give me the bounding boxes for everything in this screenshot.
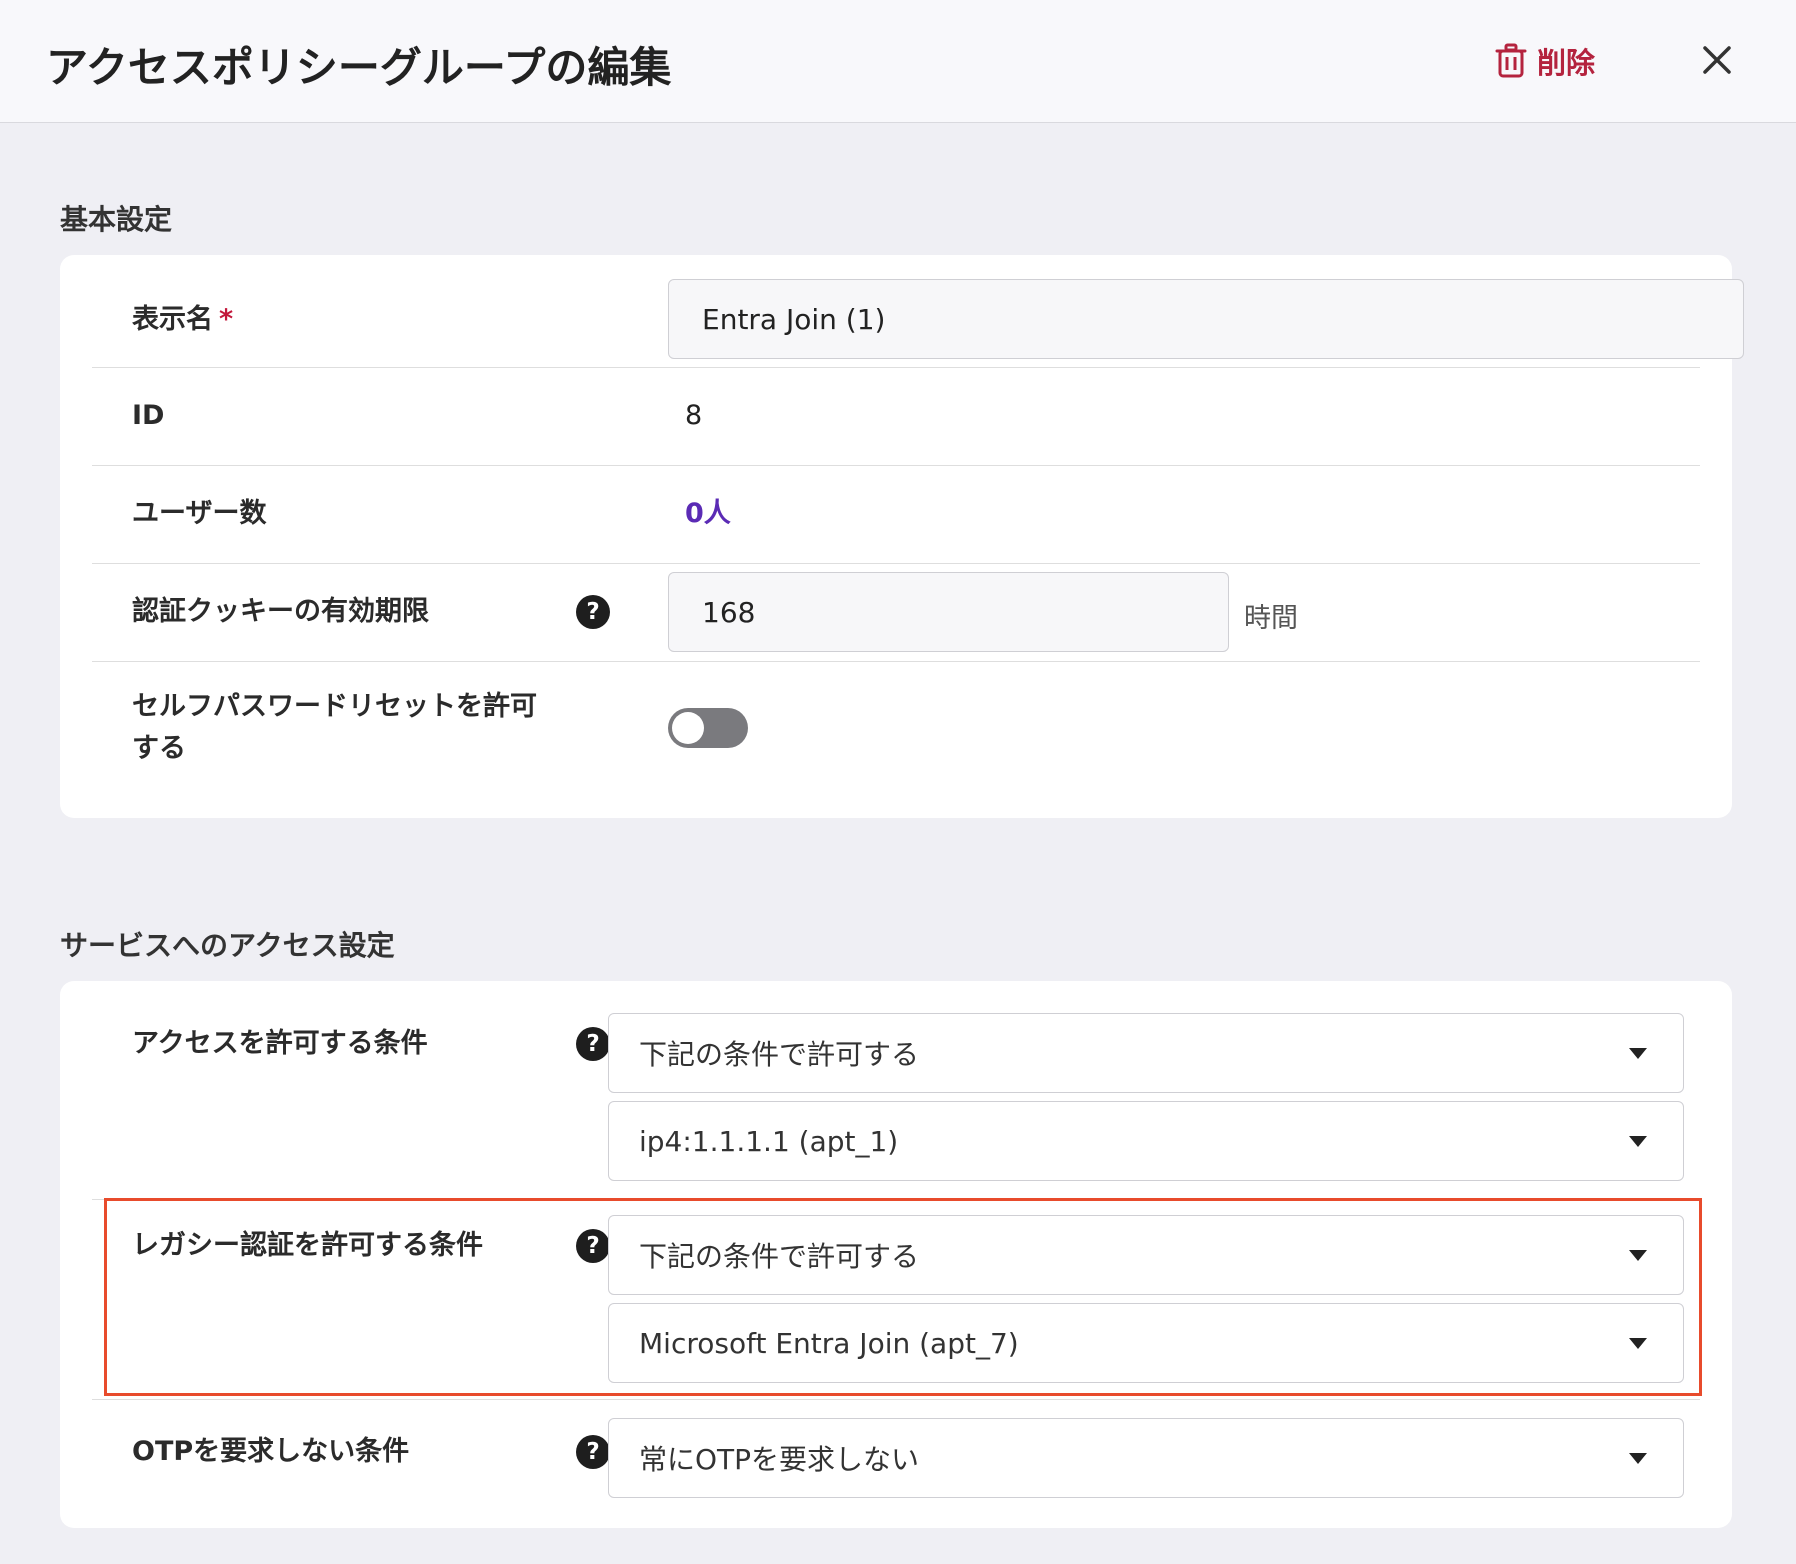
delete-label: 削除	[1537, 46, 1596, 80]
close-icon	[1703, 46, 1731, 74]
toggle-knob	[672, 712, 704, 744]
id-value: 8	[685, 400, 703, 431]
section-title-basic: 基本設定	[60, 203, 173, 236]
self-reset-toggle[interactable]	[668, 708, 748, 748]
display-name-label: 表示名 *	[132, 304, 234, 335]
row-user-count: ユーザー数 0人	[92, 465, 1700, 564]
cookie-expiry-input[interactable]: 168	[668, 572, 1229, 652]
self-reset-label: セルフパスワードリセットを許可 する	[132, 691, 537, 764]
help-icon[interactable]: ?	[576, 1435, 610, 1469]
delete-button[interactable]: 削除	[1495, 40, 1595, 82]
otp-condition-select[interactable]: 常にOTPを要求しない	[608, 1418, 1684, 1498]
highlight-box	[104, 1198, 1702, 1396]
access-condition-label: アクセスを許可する条件	[132, 1028, 428, 1059]
row-id: ID 8	[92, 367, 1700, 466]
help-icon[interactable]: ?	[576, 595, 610, 629]
dropdown-caret-icon	[1629, 1136, 1647, 1147]
row-self-password-reset: セルフパスワードリセットを許可 する	[92, 661, 1700, 818]
dialog-header: アクセスポリシーグループの編集 削除	[0, 0, 1796, 123]
dropdown-caret-icon	[1629, 1048, 1647, 1059]
trash-icon	[1495, 43, 1527, 78]
user-count-label: ユーザー数	[132, 498, 267, 529]
cookie-expiry-label: 認証クッキーの有効期限	[132, 596, 429, 627]
cookie-expiry-unit: 時間	[1244, 603, 1298, 634]
id-label: ID	[132, 400, 165, 431]
required-mark: *	[219, 304, 234, 335]
access-policy-select[interactable]: ip4:1.1.1.1 (apt_1)	[608, 1101, 1684, 1181]
row-display-name: 表示名 * Entra Join (1)	[92, 255, 1744, 368]
row-cookie-expiry: 認証クッキーの有効期限 ? 168 時間	[92, 563, 1700, 662]
select-value: ip4:1.1.1.1 (apt_1)	[639, 1124, 899, 1158]
dropdown-caret-icon	[1629, 1453, 1647, 1464]
basic-settings-card: 表示名 * Entra Join (1) ID 8 ユーザー数 0人 認証クッキー…	[60, 255, 1744, 818]
close-button[interactable]	[1697, 40, 1737, 80]
user-count-link[interactable]: 0人	[685, 494, 731, 534]
access-condition-select[interactable]: 下記の条件で許可する	[608, 1013, 1684, 1093]
page-title: アクセスポリシーグループの編集	[46, 43, 672, 92]
display-name-input[interactable]: Entra Join (1)	[668, 279, 1744, 359]
section-title-service: サービスへのアクセス設定	[60, 929, 395, 962]
select-value: 常にOTPを要求しない	[639, 1443, 920, 1476]
otp-condition-label: OTPを要求しない条件	[132, 1436, 410, 1467]
help-icon[interactable]: ?	[576, 1027, 610, 1061]
select-value: 下記の条件で許可する	[639, 1038, 920, 1071]
